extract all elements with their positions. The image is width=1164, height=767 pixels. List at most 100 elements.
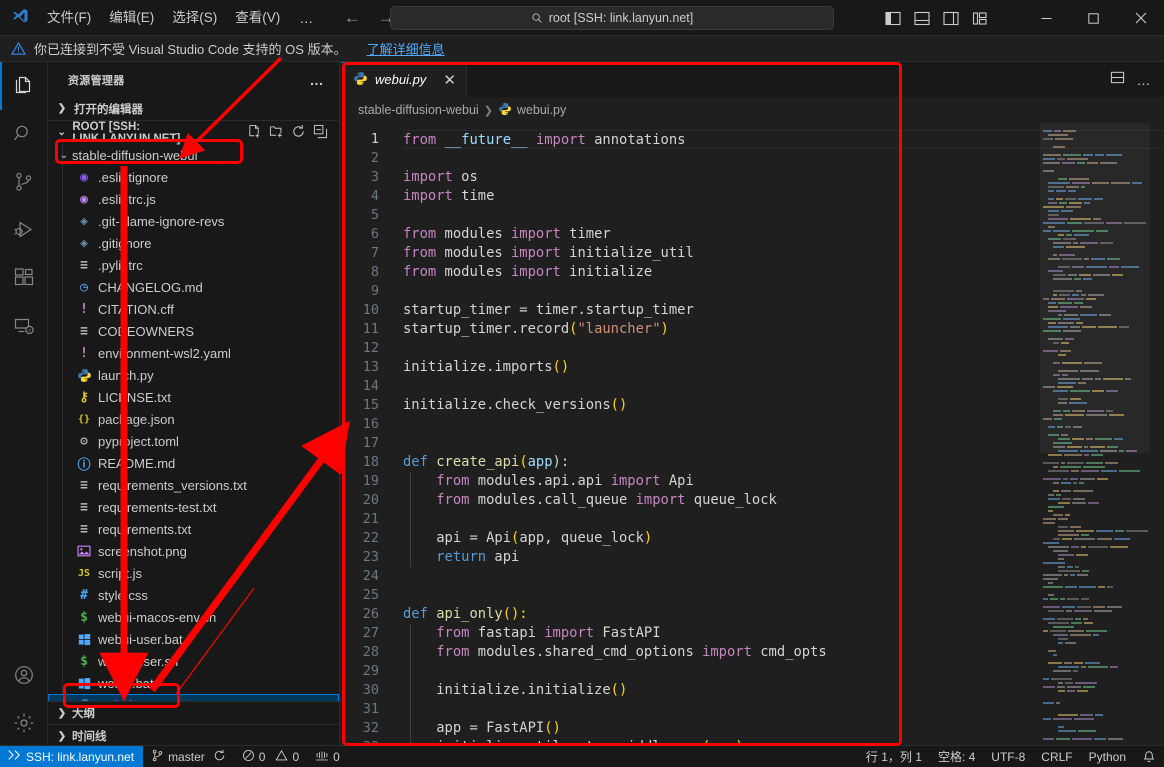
status-branch[interactable]: master bbox=[143, 746, 234, 767]
toggle-secondary-sidebar-icon[interactable] bbox=[941, 8, 961, 28]
tree-file-readme-md[interactable]: ⓘ README.md bbox=[48, 452, 339, 474]
minimap-token bbox=[1053, 670, 1072, 672]
command-center-text: root [SSH: link.lanyun.net] bbox=[548, 11, 694, 25]
tree-file-citation-cff[interactable]: ! CITATION.cff bbox=[48, 298, 339, 320]
activity-source-control[interactable] bbox=[0, 158, 48, 206]
minimap-token bbox=[1062, 538, 1072, 540]
minimap-token bbox=[1080, 546, 1086, 548]
chevron-down-icon: ⌄ bbox=[57, 127, 66, 138]
section-open-editors[interactable]: ❯ 打开的编辑器 bbox=[48, 97, 339, 120]
tree-file--eslintrc-js[interactable]: ◉ .eslintrc.js bbox=[48, 188, 339, 210]
line-number: 21 bbox=[362, 511, 379, 527]
customize-layout-icon[interactable] bbox=[970, 8, 990, 28]
tree-file-changelog-md[interactable]: ◷ CHANGELOG.md bbox=[48, 276, 339, 298]
activity-explorer[interactable] bbox=[0, 62, 48, 110]
tree-file-script-js[interactable]: JS script.js bbox=[48, 562, 339, 584]
status-indentation[interactable]: 空格: 4 bbox=[930, 746, 983, 767]
section-timeline[interactable]: ❯ 时间线 bbox=[48, 724, 339, 747]
minimap-token bbox=[1074, 662, 1083, 664]
tree-file--git-blame-ignore-revs[interactable]: ◈ .git-blame-ignore-revs bbox=[48, 210, 339, 232]
banner-learn-more-link[interactable]: 了解详细信息 bbox=[367, 39, 445, 58]
tree-file-environment-wsl2-yaml[interactable]: ! environment-wsl2.yaml bbox=[48, 342, 339, 364]
new-folder-icon[interactable] bbox=[269, 124, 284, 142]
menu-file[interactable]: 文件(F) bbox=[38, 5, 100, 31]
status-ports[interactable]: 0 bbox=[307, 746, 348, 767]
minimap-token bbox=[1097, 478, 1109, 480]
status-encoding[interactable]: UTF-8 bbox=[983, 746, 1033, 767]
tree-file-license-txt[interactable]: ⚷ LICENSE.txt bbox=[48, 386, 339, 408]
tree-file-webui-user-bat[interactable]: webui-user.bat bbox=[48, 628, 339, 650]
tree-file-package-json[interactable]: {} package.json bbox=[48, 408, 339, 430]
activity-remote-explorer[interactable]: x bbox=[0, 302, 48, 350]
tree-file--gitignore[interactable]: ◈ .gitignore bbox=[48, 232, 339, 254]
menu-selection[interactable]: 选择(S) bbox=[163, 5, 226, 31]
line-number: 30 bbox=[362, 682, 379, 698]
activity-accounts[interactable] bbox=[0, 651, 48, 699]
minimap-token bbox=[1061, 482, 1071, 484]
breadcrumb-folder[interactable]: stable-diffusion-webui bbox=[358, 103, 479, 117]
explorer-more-actions-icon[interactable]: … bbox=[310, 72, 326, 88]
ports-icon bbox=[315, 749, 329, 765]
chevron-right-icon: ❯ bbox=[483, 104, 493, 117]
command-center[interactable]: root [SSH: link.lanyun.net] bbox=[390, 6, 834, 30]
arrow-left-icon[interactable]: ← bbox=[342, 9, 362, 26]
minimap-token bbox=[1071, 738, 1093, 740]
close-button[interactable] bbox=[1117, 0, 1164, 36]
status-language-mode[interactable]: Python bbox=[1081, 746, 1134, 767]
refresh-icon[interactable] bbox=[291, 124, 306, 142]
tree-file--pylintrc[interactable]: ≡ .pylintrc bbox=[48, 254, 339, 276]
tree-file-pyproject-toml[interactable]: ⚙ pyproject.toml bbox=[48, 430, 339, 452]
tree-file-webui-user-sh[interactable]: $ webui-user.sh bbox=[48, 650, 339, 672]
tree-file-webui-bat[interactable]: webui.bat bbox=[48, 672, 339, 694]
minimap-slider[interactable] bbox=[1040, 123, 1150, 453]
tree-folder-stable-diffusion-webui[interactable]: ⌄ stable-diffusion-webui bbox=[48, 144, 339, 166]
section-outline[interactable]: ❯ 大纲 bbox=[48, 701, 339, 724]
tree-file-screenshot-png[interactable]: screenshot.png bbox=[48, 540, 339, 562]
tree-file--eslintignore[interactable]: ◉ .eslintignore bbox=[48, 166, 339, 188]
tree-file-launch-py[interactable]: launch.py bbox=[48, 364, 339, 386]
minimap-token bbox=[1043, 586, 1064, 588]
activity-search[interactable] bbox=[0, 110, 48, 158]
more-actions-icon[interactable]: … bbox=[1137, 72, 1153, 88]
tree-file-requirements-versions-txt[interactable]: ≡ requirements_versions.txt bbox=[48, 474, 339, 496]
tab-webui-py[interactable]: webui.py ✕ bbox=[341, 62, 467, 97]
new-file-icon[interactable] bbox=[247, 124, 262, 142]
status-remote-host[interactable]: SSH: link.lanyun.net bbox=[0, 745, 144, 767]
minimap-token bbox=[1066, 610, 1073, 612]
menu-edit[interactable]: 编辑(E) bbox=[100, 5, 163, 31]
tree-file-style-css[interactable]: # style.css bbox=[48, 584, 339, 606]
shell-icon: $ bbox=[80, 653, 88, 669]
section-root-folder[interactable]: ⌄ ROOT [SSH: LINK.LANYUN.NET] bbox=[48, 120, 339, 145]
tree-file-webui-macos-env-sh[interactable]: $ webui-macos-env.sh bbox=[48, 606, 339, 628]
tree-file-requirements-txt[interactable]: ≡ requirements.txt bbox=[48, 518, 339, 540]
status-problems[interactable]: 0 0 bbox=[234, 746, 307, 767]
editor-scrollbar[interactable] bbox=[1150, 123, 1164, 747]
activity-run-debug[interactable] bbox=[0, 206, 48, 254]
tree-file-webui-py[interactable]: webui.py bbox=[48, 694, 339, 701]
text-icon: ≡ bbox=[80, 499, 88, 515]
collapse-all-icon[interactable] bbox=[313, 124, 328, 142]
unsupported-os-banner: 你已连接到不受 Visual Studio Code 支持的 OS 版本。 了解… bbox=[0, 36, 1164, 62]
menu-more[interactable]: … bbox=[289, 8, 324, 28]
toggle-primary-sidebar-icon[interactable] bbox=[883, 8, 903, 28]
breadcrumb-file[interactable]: webui.py bbox=[498, 102, 566, 119]
activity-settings[interactable] bbox=[0, 699, 48, 747]
split-editor-icon[interactable] bbox=[1110, 70, 1125, 90]
status-eol[interactable]: CRLF bbox=[1033, 746, 1080, 767]
minimize-button[interactable] bbox=[1023, 0, 1070, 36]
sync-icon[interactable] bbox=[213, 749, 226, 765]
toggle-panel-icon[interactable] bbox=[912, 8, 932, 28]
minimap-token bbox=[1075, 618, 1082, 620]
tree-file-requirements-test-txt[interactable]: ≡ requirements-test.txt bbox=[48, 496, 339, 518]
status-cursor-position[interactable]: 行 1，列 1 bbox=[858, 746, 930, 767]
menu-view[interactable]: 查看(V) bbox=[226, 5, 289, 31]
file-tree[interactable]: ⌄ stable-diffusion-webui ◉ .eslintignore ◉… bbox=[48, 144, 339, 701]
activity-bar: x bbox=[0, 62, 48, 747]
maximize-button[interactable] bbox=[1070, 0, 1117, 36]
close-icon[interactable]: ✕ bbox=[443, 71, 456, 89]
activity-extensions[interactable] bbox=[0, 254, 48, 302]
bell-icon[interactable] bbox=[1134, 746, 1164, 767]
code-editor[interactable]: 1 2 3 4 5 6 7 8 9 10 11 12 13 14 15 16 17 18 19 20 21 22 23 24 2… bbox=[341, 123, 1164, 747]
minimap-token bbox=[1043, 578, 1058, 580]
tree-file-codeowners[interactable]: ≡ CODEOWNERS bbox=[48, 320, 339, 342]
